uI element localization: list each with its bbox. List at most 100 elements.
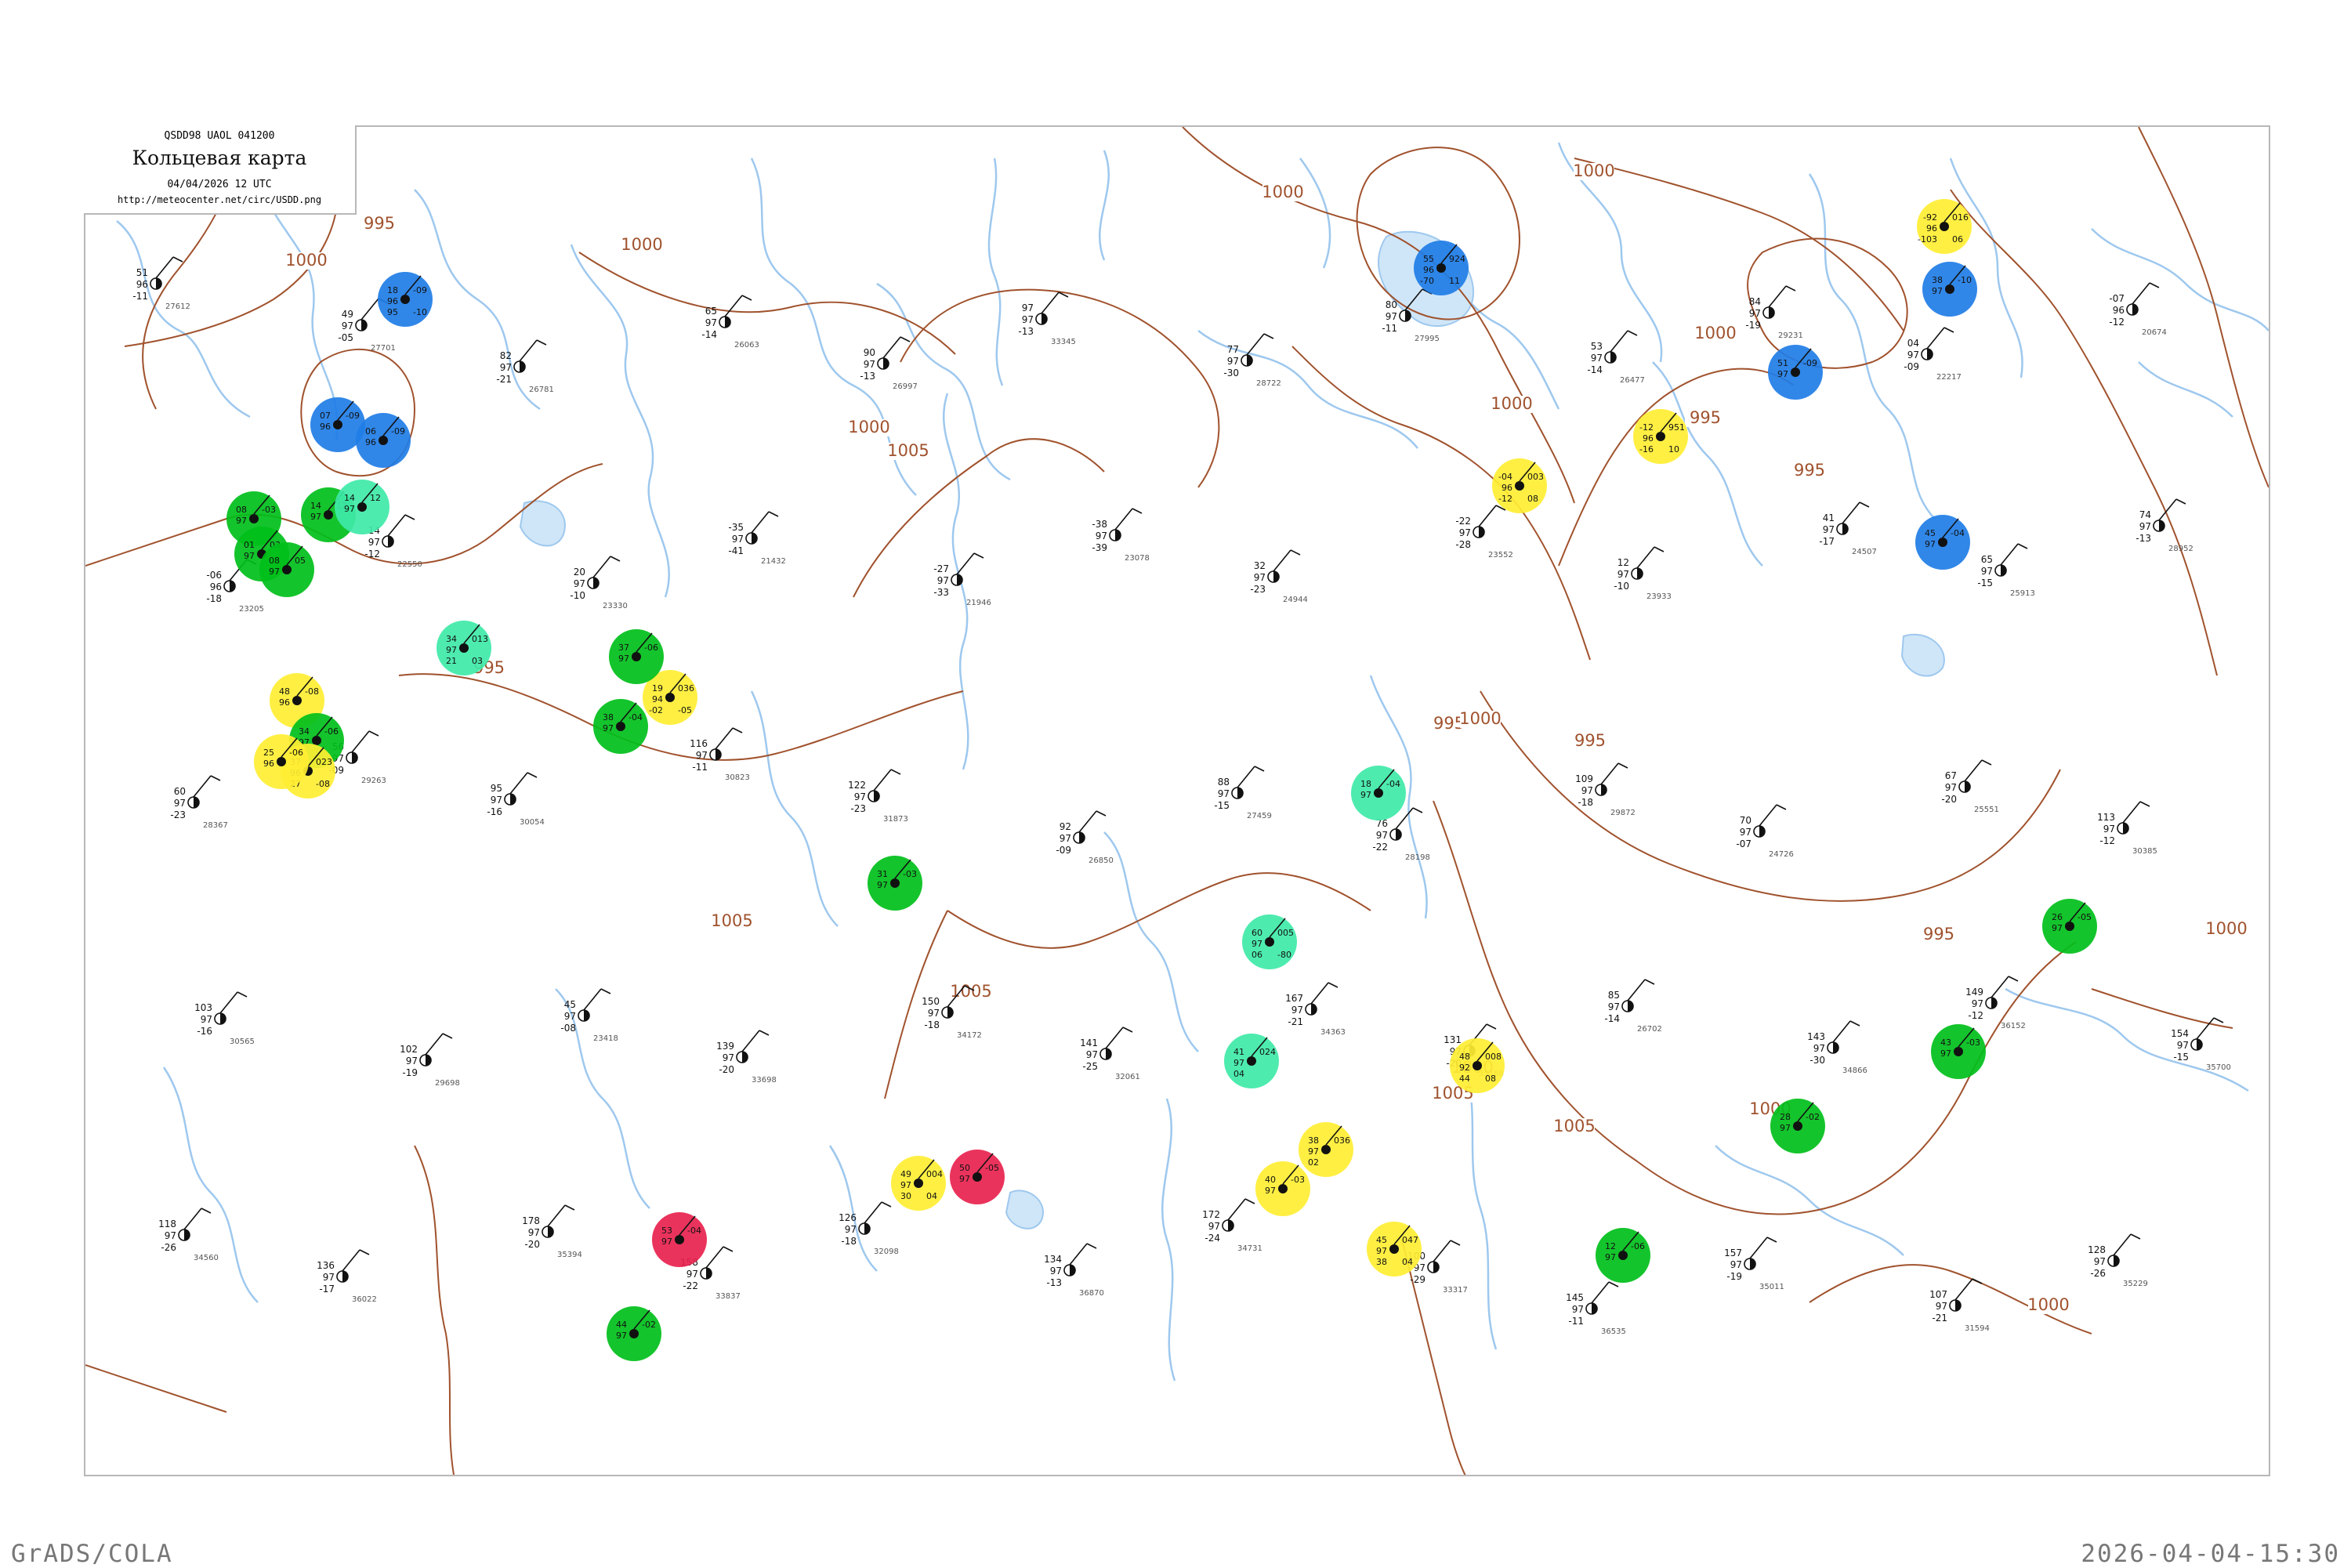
highlighted-station-aqua: 4197 024 04 bbox=[1224, 1034, 1279, 1088]
station-value: 05 bbox=[295, 556, 306, 566]
highlighted-station-green: 4497 -02 bbox=[607, 1306, 661, 1361]
wind-barb bbox=[509, 772, 528, 795]
station-value: 97 bbox=[344, 504, 355, 514]
station-value: 97 bbox=[618, 654, 629, 664]
station-circle bbox=[357, 502, 367, 512]
isobar-label: 1000 bbox=[848, 418, 890, 436]
highlighted-station-yellow: -1296 951 -16 10 bbox=[1633, 409, 1688, 464]
station-plot: 13497-13 36870 bbox=[1044, 1243, 1104, 1298]
station-plot: -3897-39 23078 bbox=[1092, 508, 1150, 563]
isobar-label: 1000 bbox=[1262, 183, 1304, 201]
station-plot: 10297-19 29698 bbox=[400, 1033, 460, 1088]
pressure: 97 bbox=[686, 1269, 698, 1280]
station-value: 34 bbox=[299, 726, 310, 737]
dewpoint: -19 bbox=[1745, 320, 1761, 331]
temperature: 65 bbox=[1981, 554, 1993, 565]
pressure: 97 bbox=[1572, 1304, 1584, 1315]
station-index: 36535 bbox=[1601, 1327, 1626, 1336]
isobar-label: 1000 bbox=[1573, 161, 1615, 180]
station-circle bbox=[324, 510, 333, 520]
temperature: 143 bbox=[1807, 1031, 1825, 1042]
station-circle bbox=[616, 722, 625, 731]
station-value: 06 bbox=[365, 426, 376, 436]
station-plot: 8597-14 26702 bbox=[1604, 979, 1662, 1034]
wind-barb bbox=[1105, 1027, 1124, 1049]
station-value: 06 bbox=[1952, 234, 1963, 244]
pressure: 97 bbox=[1060, 833, 1071, 844]
isobar-label: 1005 bbox=[1553, 1117, 1596, 1135]
temperature: 51 bbox=[136, 267, 148, 278]
dewpoint: -13 bbox=[2135, 533, 2151, 544]
wind-barb-feather bbox=[600, 988, 611, 994]
temperature: 12 bbox=[1617, 557, 1629, 568]
pressure: 97 bbox=[574, 578, 585, 589]
pressure: 97 bbox=[864, 359, 875, 370]
station-value: 97 bbox=[877, 880, 888, 890]
station-circle bbox=[400, 295, 410, 304]
station-circle bbox=[1265, 937, 1274, 947]
station-plot: 13997-20 33698 bbox=[716, 1030, 777, 1085]
pressure: 97 bbox=[2177, 1040, 2189, 1051]
pressure: 97 bbox=[1050, 1266, 1062, 1276]
wind-barb-feather bbox=[973, 552, 984, 559]
pressure: 97 bbox=[1291, 1005, 1303, 1016]
highlighted-station-blue: 5197 -09 bbox=[1768, 345, 1823, 400]
wind-barb bbox=[1832, 1020, 1851, 1043]
station-value: -03 bbox=[262, 505, 276, 515]
wind-barb bbox=[1842, 502, 1860, 524]
wind-barb bbox=[1478, 505, 1497, 527]
wind-barb-feather bbox=[1263, 333, 1274, 339]
dewpoint: -07 bbox=[1736, 838, 1751, 849]
wind-barb bbox=[882, 336, 901, 359]
temperature: 154 bbox=[2171, 1028, 2189, 1039]
wind-barb-feather bbox=[2130, 1233, 2141, 1240]
pressure: 97 bbox=[1730, 1259, 1742, 1270]
temperature: 122 bbox=[848, 780, 866, 791]
temperature: 102 bbox=[400, 1044, 418, 1055]
station-index: 26781 bbox=[529, 386, 554, 394]
station-value: -02 bbox=[1806, 1112, 1820, 1122]
dewpoint: -11 bbox=[1568, 1316, 1584, 1327]
wind-barb bbox=[751, 511, 770, 534]
pressure: 97 bbox=[1581, 785, 1593, 796]
pressure: 97 bbox=[323, 1272, 335, 1283]
highlighted-station-blue: 4597 -04 bbox=[1915, 515, 1970, 570]
river bbox=[2005, 987, 2249, 1092]
station-index: 23418 bbox=[593, 1034, 618, 1043]
station-value: 21 bbox=[446, 656, 457, 666]
station-circle bbox=[1374, 788, 1383, 798]
isobar bbox=[947, 872, 1371, 949]
dewpoint: -21 bbox=[1932, 1313, 1947, 1324]
dewpoint: -15 bbox=[1214, 800, 1230, 811]
isobar-label: 1000 bbox=[1491, 394, 1533, 413]
isobar bbox=[853, 438, 1105, 598]
wind-barb bbox=[1610, 330, 1628, 353]
station-value: 97 bbox=[1777, 369, 1788, 379]
dewpoint: -12 bbox=[1968, 1010, 1983, 1021]
station-value: 97 bbox=[310, 512, 321, 522]
wind-barb-feather bbox=[1849, 1020, 1860, 1027]
dewpoint: -21 bbox=[1288, 1016, 1303, 1027]
wind-barb-feather bbox=[610, 556, 621, 562]
wind-barb bbox=[1964, 759, 1983, 782]
station-index: 35011 bbox=[1759, 1283, 1784, 1291]
station-value: 10 bbox=[1668, 444, 1679, 454]
wind-barb-feather bbox=[2213, 1017, 2224, 1023]
isobar bbox=[85, 1364, 227, 1413]
wind-barb-feather bbox=[1608, 1281, 1619, 1287]
highlighted-station-green: 1297 -06 bbox=[1596, 1228, 1650, 1283]
station-index: 29231 bbox=[1778, 331, 1803, 340]
pressure: 97 bbox=[937, 575, 949, 586]
station-value: 50 bbox=[959, 1163, 970, 1173]
station-index: 27459 bbox=[1247, 812, 1272, 820]
temperature: -35 bbox=[728, 522, 744, 533]
wind-barb-feather bbox=[237, 991, 248, 998]
station-index: 23330 bbox=[603, 602, 628, 610]
station-value: -70 bbox=[1420, 276, 1434, 286]
map-datetime: 04/04/2026 12 UTC bbox=[167, 179, 272, 190]
dewpoint: -28 bbox=[1455, 539, 1471, 550]
pressure: 97 bbox=[201, 1014, 212, 1025]
pressure: 97 bbox=[1617, 569, 1629, 580]
isobar-label: 1005 bbox=[887, 441, 929, 460]
station-circle bbox=[665, 693, 675, 702]
